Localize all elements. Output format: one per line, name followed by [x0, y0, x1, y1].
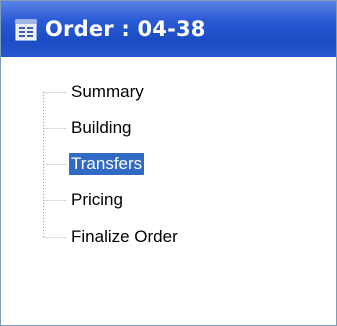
navigation-tree: Summary Building Transfers Pricing Final… [1, 57, 336, 325]
tree-item-pricing[interactable]: Pricing [69, 189, 125, 211]
tree-item-building[interactable]: Building [69, 117, 134, 139]
tree-item-finalize-order[interactable]: Finalize Order [69, 226, 180, 248]
document-icon [15, 19, 37, 41]
tree-item-transfers[interactable]: Transfers [69, 153, 145, 175]
title-bar: Order : 04-38 [1, 1, 336, 57]
order-panel: Order : 04-38 Summary Building Transfers… [0, 0, 337, 326]
tree-connector-lines [43, 92, 67, 238]
tree-item-summary[interactable]: Summary [69, 81, 146, 103]
window-title: Order : 04-38 [45, 17, 206, 41]
